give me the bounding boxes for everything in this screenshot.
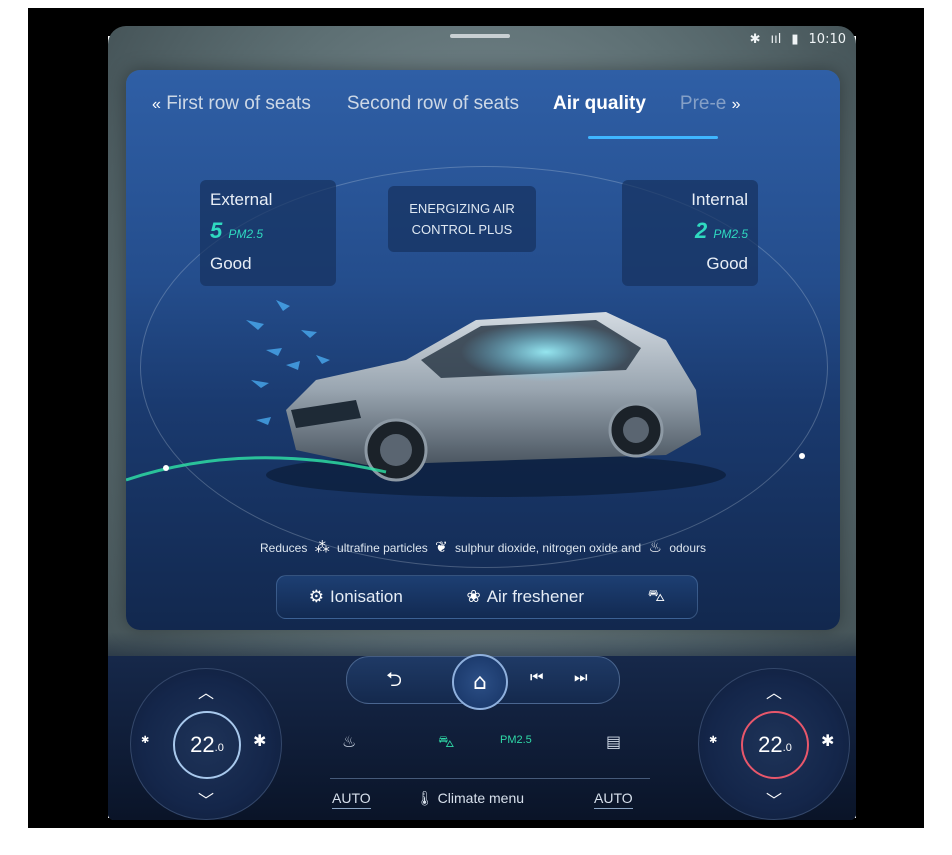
reduces-description: Reduces ⁂ ultrafine particles ❦ sulphur … (126, 538, 840, 556)
external-pm-value: 5 (210, 218, 223, 243)
back-icon[interactable]: ⮌ (386, 665, 402, 699)
home-button[interactable]: ⌂ (452, 654, 508, 710)
home-icon: ⌂ (473, 669, 487, 695)
device-frame: ✱ ııl ▮ 10:10 « First row of seats Secon… (0, 0, 952, 855)
battery-icon: ▮ (791, 32, 799, 47)
right-temp-decimal: .0 (782, 742, 792, 754)
right-fan-low-icon[interactable]: ✱ (709, 735, 717, 746)
left-temperature-dial[interactable]: ︿ ✱ 22.0 ✱ ﹀ (130, 668, 282, 820)
external-pm-unit: PM2.5 (228, 227, 264, 241)
odour-icon: ♨ (648, 539, 662, 556)
right-fan-high-icon[interactable]: ✱ (821, 731, 834, 750)
climate-bar: ︿ ✱ 22.0 ✱ ﹀ ⮌ ⌂ ⏮ ⏭ ♨ ⛍ PM2.5 ▤ AUTO 🌡 … (108, 632, 856, 820)
right-temp-down-icon[interactable]: ﹀ (699, 787, 849, 811)
ionisation-icon: ⚙ (308, 587, 325, 606)
tab-second-row[interactable]: Second row of seats (347, 93, 519, 115)
air-quality-panel: « First row of seats Second row of seats… (126, 70, 840, 630)
tab-pre-entry[interactable]: Pre-e » (680, 93, 741, 115)
left-fan-low-icon[interactable]: ✱ (141, 735, 149, 746)
status-bar: ✱ ııl ▮ 10:10 (750, 32, 846, 47)
left-temp-down-icon[interactable]: ﹀ (131, 787, 281, 811)
tab-first-row-label: First row of seats (166, 93, 311, 114)
air-features-bar: ⚙ Ionisation ❀ Air freshener ⛍ (276, 575, 698, 619)
right-temp-up-icon[interactable]: ︿ (699, 679, 849, 703)
auto-left-button[interactable]: AUTO (332, 790, 371, 809)
tab-left-arrow-icon[interactable]: « (152, 96, 161, 113)
air-freshener-icon: ❀ (466, 587, 481, 606)
rear-defrost-icon[interactable]: ▤ (606, 732, 621, 751)
left-temp-decimal: .0 (214, 742, 224, 754)
car-view-button[interactable]: ⛍ (648, 586, 666, 608)
ionisation-label: Ionisation (330, 587, 403, 606)
internal-value: 2 PM2.5 (695, 218, 748, 244)
tab-first-row[interactable]: « First row of seats (152, 93, 311, 115)
auto-right-button[interactable]: AUTO (594, 790, 633, 809)
external-title: External (210, 190, 273, 209)
climate-menu-label: Climate menu (437, 790, 525, 806)
left-temp-display[interactable]: 22.0 (173, 711, 241, 779)
gas-icon: ❦ (435, 539, 448, 556)
energizing-air-control-badge: ENERGIZING AIR CONTROL PLUS (388, 186, 536, 252)
right-temp-value: 22 (758, 732, 783, 757)
energizing-line1: ENERGIZING AIR (409, 201, 515, 216)
bluetooth-icon: ✱ (749, 32, 761, 47)
right-temperature-dial[interactable]: ︿ ✱ 22.0 ✱ ﹀ (698, 668, 850, 820)
bezel-left (28, 8, 108, 828)
air-freshener-button[interactable]: ❀ Air freshener (466, 587, 584, 607)
energizing-line2: CONTROL PLUS (411, 222, 513, 237)
active-tab-indicator (588, 136, 718, 139)
reduces-prefix: Reduces (259, 541, 308, 555)
tab-bar: « First row of seats Second row of seats… (126, 70, 840, 138)
signal-icon: ııl (770, 32, 782, 47)
tab-air-quality[interactable]: Air quality (553, 93, 646, 115)
right-temp-display[interactable]: 22.0 (741, 711, 809, 779)
air-freshener-label: Air freshener (486, 587, 585, 606)
particles-icon: ⁂ (314, 539, 330, 556)
reduces-item-gases: sulphur dioxide, nitrogen oxide and (455, 541, 642, 555)
reduces-item-particles: ultrafine particles (337, 541, 428, 555)
thermometer-icon: 🌡 (416, 790, 434, 806)
infotainment-screen: ✱ ııl ▮ 10:10 « First row of seats Secon… (108, 26, 856, 820)
previous-track-icon[interactable]: ⏮ (530, 668, 544, 686)
external-value: 5 PM2.5 (210, 218, 263, 244)
tab-right-arrow-icon[interactable]: » (732, 96, 741, 113)
glow-swoosh (126, 453, 805, 482)
climate-menu-button[interactable]: 🌡 Climate menu (416, 790, 524, 807)
tab-pre-entry-label: Pre-e (679, 93, 727, 114)
divider (330, 778, 650, 779)
bezel-right (856, 8, 924, 828)
left-temp-up-icon[interactable]: ︿ (131, 679, 281, 703)
car-air-icon[interactable]: ⛍ (438, 732, 455, 753)
next-track-icon[interactable]: ⏭ (574, 668, 588, 686)
reduces-item-odours: odours (669, 541, 707, 555)
ionisation-button[interactable]: ⚙ Ionisation (309, 587, 403, 607)
pm-indicator: PM2.5 (500, 734, 532, 746)
car-icon: ⛍ (647, 586, 666, 605)
internal-title: Internal (691, 190, 748, 209)
internal-pm-value: 2 (694, 218, 708, 243)
pull-down-handle[interactable] (450, 34, 510, 38)
left-temp-value: 22 (190, 732, 215, 757)
left-fan-high-icon[interactable]: ✱ (253, 731, 266, 750)
defrost-max-icon[interactable]: ♨ (342, 732, 356, 751)
clock: 10:10 (808, 32, 846, 47)
internal-pm-unit: PM2.5 (713, 227, 748, 241)
